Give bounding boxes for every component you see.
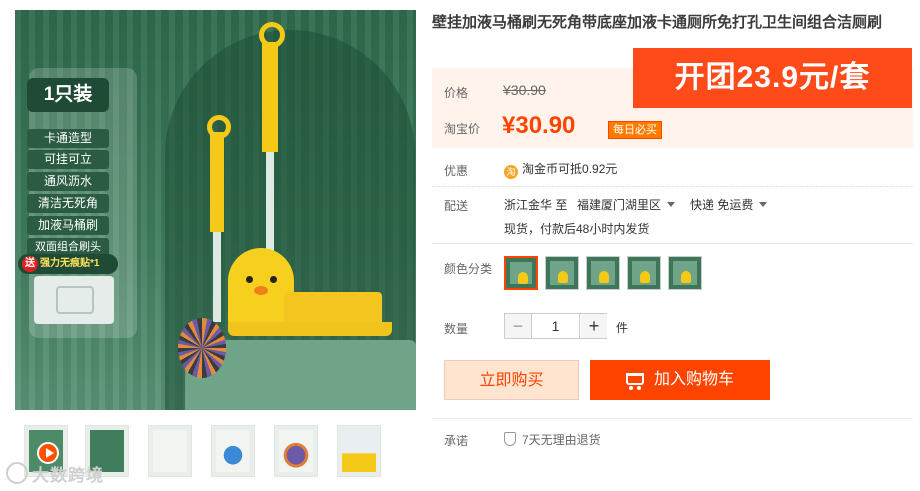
color-swatch[interactable] xyxy=(504,256,538,290)
quantity-input[interactable] xyxy=(531,314,580,338)
destination-text: 福建厦门湖里区 xyxy=(577,198,662,212)
buy-now-button[interactable]: 立即购买 xyxy=(444,360,579,400)
product-title: 壁挂加液马桶刷无死角带底座加液卡通厕所免打孔卫生间组合洁厕刷 xyxy=(432,14,883,31)
ship-from-city: 浙江金华 xyxy=(504,198,553,212)
discount-label: 优惠 xyxy=(444,164,469,178)
color-label: 颜色分类 xyxy=(444,262,493,276)
thumbnail[interactable] xyxy=(274,425,318,477)
cart-icon xyxy=(625,373,644,390)
thumbnail[interactable] xyxy=(148,425,192,477)
chevron-down-icon xyxy=(759,202,768,207)
watermark: 大数跨境 xyxy=(6,461,104,486)
daily-deal-badge[interactable]: 每日必买 xyxy=(608,121,662,139)
ship-to-word: 至 xyxy=(555,198,568,212)
delivery-note: 现货，付款后48小时内发货 xyxy=(504,222,650,236)
feature-label: 通风沥水 xyxy=(27,172,109,191)
color-swatch[interactable] xyxy=(668,256,702,290)
current-price: ¥30.90 xyxy=(502,112,576,139)
holder-base xyxy=(228,322,392,336)
short-brush-rod xyxy=(213,232,221,322)
promise-label: 承诺 xyxy=(444,434,469,448)
shield-icon xyxy=(504,432,516,446)
thumbnail[interactable] xyxy=(337,425,381,477)
ship-from: 浙江金华 至 xyxy=(504,196,567,213)
silicone-brush-head xyxy=(178,318,226,378)
pack-badge: 1只装 xyxy=(27,78,109,112)
taobao-price-label: 淘宝价 xyxy=(444,122,481,136)
long-brush-handle xyxy=(262,42,278,152)
coin-discount: 淘淘金币可抵0.92元 xyxy=(504,160,617,179)
duck-eye xyxy=(270,276,277,283)
duck-eye xyxy=(246,276,253,283)
watermark-logo-icon xyxy=(6,462,28,484)
divider xyxy=(432,186,913,187)
add-to-cart-button[interactable]: 加入购物车 xyxy=(590,360,770,400)
gift-tag: 送 xyxy=(22,256,38,272)
color-swatch[interactable] xyxy=(586,256,620,290)
quantity-decrease-button[interactable]: − xyxy=(505,314,531,338)
return-policy[interactable]: 7天无理由退货 xyxy=(504,431,601,448)
divider xyxy=(432,243,913,244)
long-brush-rod xyxy=(266,152,274,252)
quantity-label: 数量 xyxy=(444,322,469,336)
quantity-stepper: − + xyxy=(504,313,607,339)
feature-label: 卡通造型 xyxy=(27,129,109,148)
adhesive-hook-image xyxy=(34,276,114,324)
shipping-text: 快递 免运费 xyxy=(690,198,754,212)
feature-label: 清洁无死角 xyxy=(27,194,109,213)
feature-label: 加液马桶刷 xyxy=(27,216,109,235)
quantity-increase-button[interactable]: + xyxy=(581,314,607,338)
gift-banner: 送强力无痕贴*1 xyxy=(18,254,118,274)
gift-text: 强力无痕贴*1 xyxy=(40,258,100,269)
taobao-coin-icon: 淘 xyxy=(504,165,518,179)
chevron-down-icon xyxy=(667,202,676,207)
price-label: 价格 xyxy=(444,86,469,100)
feature-label: 可挂可立 xyxy=(27,150,109,169)
thumbnail[interactable] xyxy=(211,425,255,477)
destination-select[interactable]: 福建厦门湖里区 xyxy=(577,196,676,213)
coin-discount-amount: 0.92元 xyxy=(582,162,618,176)
promo-banner: 开团23.9元/套 xyxy=(633,48,912,108)
delivery-label: 配送 xyxy=(444,199,469,213)
coin-discount-text: 淘金币可抵 xyxy=(522,162,583,176)
color-swatch[interactable] xyxy=(545,256,579,290)
quantity-unit: 件 xyxy=(616,321,629,335)
divider xyxy=(432,418,913,419)
shipping-select[interactable]: 快递 免运费 xyxy=(690,196,768,213)
short-brush-handle xyxy=(210,132,224,232)
return-policy-text: 7天无理由退货 xyxy=(522,433,601,447)
duck-beak xyxy=(254,286,268,295)
watermark-text: 大数跨境 xyxy=(32,466,104,485)
original-price: ¥30.90 xyxy=(503,82,546,98)
add-to-cart-label: 加入购物车 xyxy=(653,371,734,388)
color-swatch[interactable] xyxy=(627,256,661,290)
